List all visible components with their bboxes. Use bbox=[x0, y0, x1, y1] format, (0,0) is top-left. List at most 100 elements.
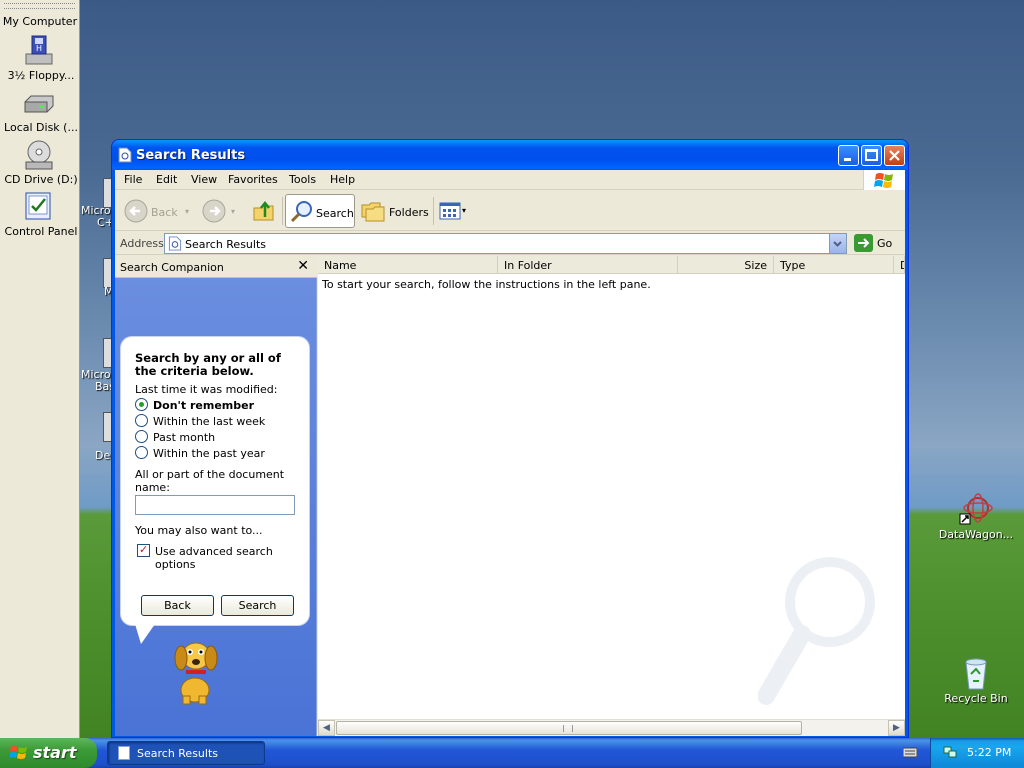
menu-favorites[interactable]: Favorites bbox=[228, 173, 278, 186]
taskbar-item-label: Search Results bbox=[137, 747, 219, 760]
start-label: start bbox=[33, 743, 77, 762]
forward-dropdown-icon[interactable]: ▾ bbox=[231, 207, 235, 216]
search-companion-button[interactable]: Search bbox=[221, 595, 294, 616]
column-header-date[interactable]: D bbox=[894, 256, 905, 274]
search-results-window-icon[interactable] bbox=[118, 147, 132, 163]
taskbar-item-search-results[interactable]: Search Results bbox=[107, 741, 265, 765]
menu-edit[interactable]: Edit bbox=[156, 173, 177, 186]
local-disk-label[interactable]: Local Disk (... bbox=[2, 121, 80, 134]
column-headers: Name In Folder Size Type D bbox=[318, 256, 905, 274]
floppy-drive-icon[interactable]: H bbox=[22, 34, 56, 68]
modified-label: Last time it was modified: bbox=[135, 383, 278, 396]
address-label: Address bbox=[120, 237, 164, 250]
back-dropdown-icon[interactable]: ▾ bbox=[185, 207, 189, 216]
views-button[interactable]: ▾ bbox=[437, 194, 473, 228]
radio-label: Don't remember bbox=[153, 399, 255, 412]
keyboard-icon[interactable] bbox=[903, 746, 917, 758]
views-icon bbox=[439, 202, 461, 220]
column-header-in-folder[interactable]: In Folder bbox=[498, 256, 678, 274]
radio-past-month[interactable]: Past month bbox=[135, 429, 305, 445]
recycle-bin-label: Recycle Bin bbox=[944, 692, 1008, 705]
horizontal-scrollbar[interactable]: ◀ ▶ bbox=[318, 719, 905, 736]
go-label: Go bbox=[877, 237, 893, 250]
menu-tools[interactable]: Tools bbox=[289, 173, 316, 186]
toolbar-separator bbox=[282, 197, 283, 225]
column-header-type[interactable]: Type bbox=[774, 256, 894, 274]
address-input[interactable]: Search Results bbox=[164, 233, 847, 254]
cd-drive-icon[interactable] bbox=[22, 138, 56, 172]
views-dropdown-icon: ▾ bbox=[462, 206, 467, 215]
menu-help[interactable]: Help bbox=[330, 173, 355, 186]
scrollbar-grip bbox=[563, 725, 573, 732]
magnifier-watermark-icon bbox=[758, 557, 875, 705]
search-toolbar-label: Search bbox=[316, 207, 354, 220]
address-bar: Address Search Results Go bbox=[115, 232, 905, 255]
radio-label: Past month bbox=[153, 431, 216, 444]
control-panel-icon[interactable] bbox=[22, 190, 56, 224]
menu-view[interactable]: View bbox=[191, 173, 217, 186]
scroll-left-button[interactable]: ◀ bbox=[318, 720, 335, 736]
windows-start-icon bbox=[10, 746, 27, 759]
radio-within-last-week[interactable]: Within the last week bbox=[135, 413, 305, 429]
radio-button[interactable] bbox=[135, 446, 148, 459]
radio-button[interactable] bbox=[135, 430, 148, 443]
back-button[interactable]: Back bbox=[121, 194, 181, 228]
radio-within-past-year[interactable]: Within the past year bbox=[135, 445, 305, 461]
folders-button[interactable]: Folders bbox=[359, 194, 429, 228]
up-folder-button[interactable] bbox=[248, 194, 278, 228]
title-bar[interactable]: Search Results bbox=[112, 140, 908, 170]
recycle-bin-desktop-icon[interactable]: Recycle Bin bbox=[931, 656, 1021, 705]
start-button[interactable]: start bbox=[0, 738, 97, 768]
address-value: Search Results bbox=[185, 238, 267, 251]
menu-file[interactable]: File bbox=[124, 173, 142, 186]
back-arrow-icon bbox=[124, 199, 148, 223]
search-icon bbox=[290, 201, 312, 223]
advanced-search-label[interactable]: Use advanced search options bbox=[155, 545, 295, 571]
chevron-down-icon bbox=[833, 241, 842, 247]
pane-grip[interactable] bbox=[4, 3, 75, 9]
floppy-drive-label[interactable]: 3½ Floppy... bbox=[2, 69, 80, 82]
criteria-heading: Search by any or all of the criteria bel… bbox=[135, 351, 281, 378]
close-companion-icon[interactable]: ✕ bbox=[297, 258, 309, 274]
search-results-list: Name In Folder Size Type D To start your… bbox=[318, 256, 905, 736]
datawagon-shortcut-icon bbox=[959, 493, 993, 525]
results-instructions: To start your search, follow the instruc… bbox=[322, 278, 651, 291]
search-results-address-icon bbox=[168, 236, 182, 251]
advanced-search-checkbox[interactable] bbox=[137, 543, 150, 557]
search-results-task-icon bbox=[118, 746, 130, 760]
radio-button[interactable] bbox=[135, 398, 148, 411]
scrollbar-thumb[interactable] bbox=[336, 721, 802, 735]
toolbar-separator bbox=[433, 197, 434, 225]
scroll-right-button[interactable]: ▶ bbox=[888, 720, 905, 736]
radio-label: Within the past year bbox=[153, 447, 265, 460]
clock[interactable]: 5:22 PM bbox=[967, 746, 1011, 759]
go-arrow-icon bbox=[854, 234, 873, 252]
minimize-button[interactable] bbox=[838, 145, 859, 166]
cd-drive-label[interactable]: CD Drive (D:) bbox=[2, 173, 80, 186]
hard-disk-icon[interactable] bbox=[22, 88, 56, 122]
radio-button[interactable] bbox=[135, 414, 148, 427]
column-header-name[interactable]: Name bbox=[318, 256, 498, 274]
address-dropdown-button[interactable] bbox=[829, 234, 846, 253]
minimize-icon bbox=[844, 158, 851, 161]
maximize-button[interactable] bbox=[861, 145, 882, 166]
search-results-window: Search Results File Edit View Favorites … bbox=[111, 139, 909, 738]
column-header-size[interactable]: Size bbox=[678, 256, 774, 274]
search-toolbar-button[interactable]: Search bbox=[285, 194, 355, 228]
bubble-tail bbox=[135, 624, 155, 644]
control-panel-label[interactable]: Control Panel bbox=[2, 225, 80, 238]
hidden-icon-label[interactable]: De bbox=[95, 449, 110, 462]
folders-icon bbox=[361, 202, 385, 222]
windows-flag-icon bbox=[874, 173, 893, 188]
taskbar: start Search Results 5:22 PM bbox=[0, 738, 1024, 768]
document-name-input[interactable] bbox=[135, 495, 295, 515]
datawagon-desktop-icon[interactable]: DataWagon... bbox=[931, 492, 1021, 541]
rover-search-dog-icon[interactable] bbox=[165, 632, 227, 706]
my-computer-title[interactable]: My Computer bbox=[0, 15, 80, 28]
close-button[interactable] bbox=[884, 145, 905, 166]
network-tray-icon[interactable] bbox=[943, 745, 957, 759]
radio-dont-remember[interactable]: Don't remember bbox=[135, 397, 305, 413]
my-computer-pane: My Computer H 3½ Floppy... Local Disk (.… bbox=[0, 0, 80, 738]
back-companion-button[interactable]: Back bbox=[141, 595, 214, 616]
standard-toolbar: Back ▾ ▾ Search Folders ▾ bbox=[115, 191, 905, 231]
